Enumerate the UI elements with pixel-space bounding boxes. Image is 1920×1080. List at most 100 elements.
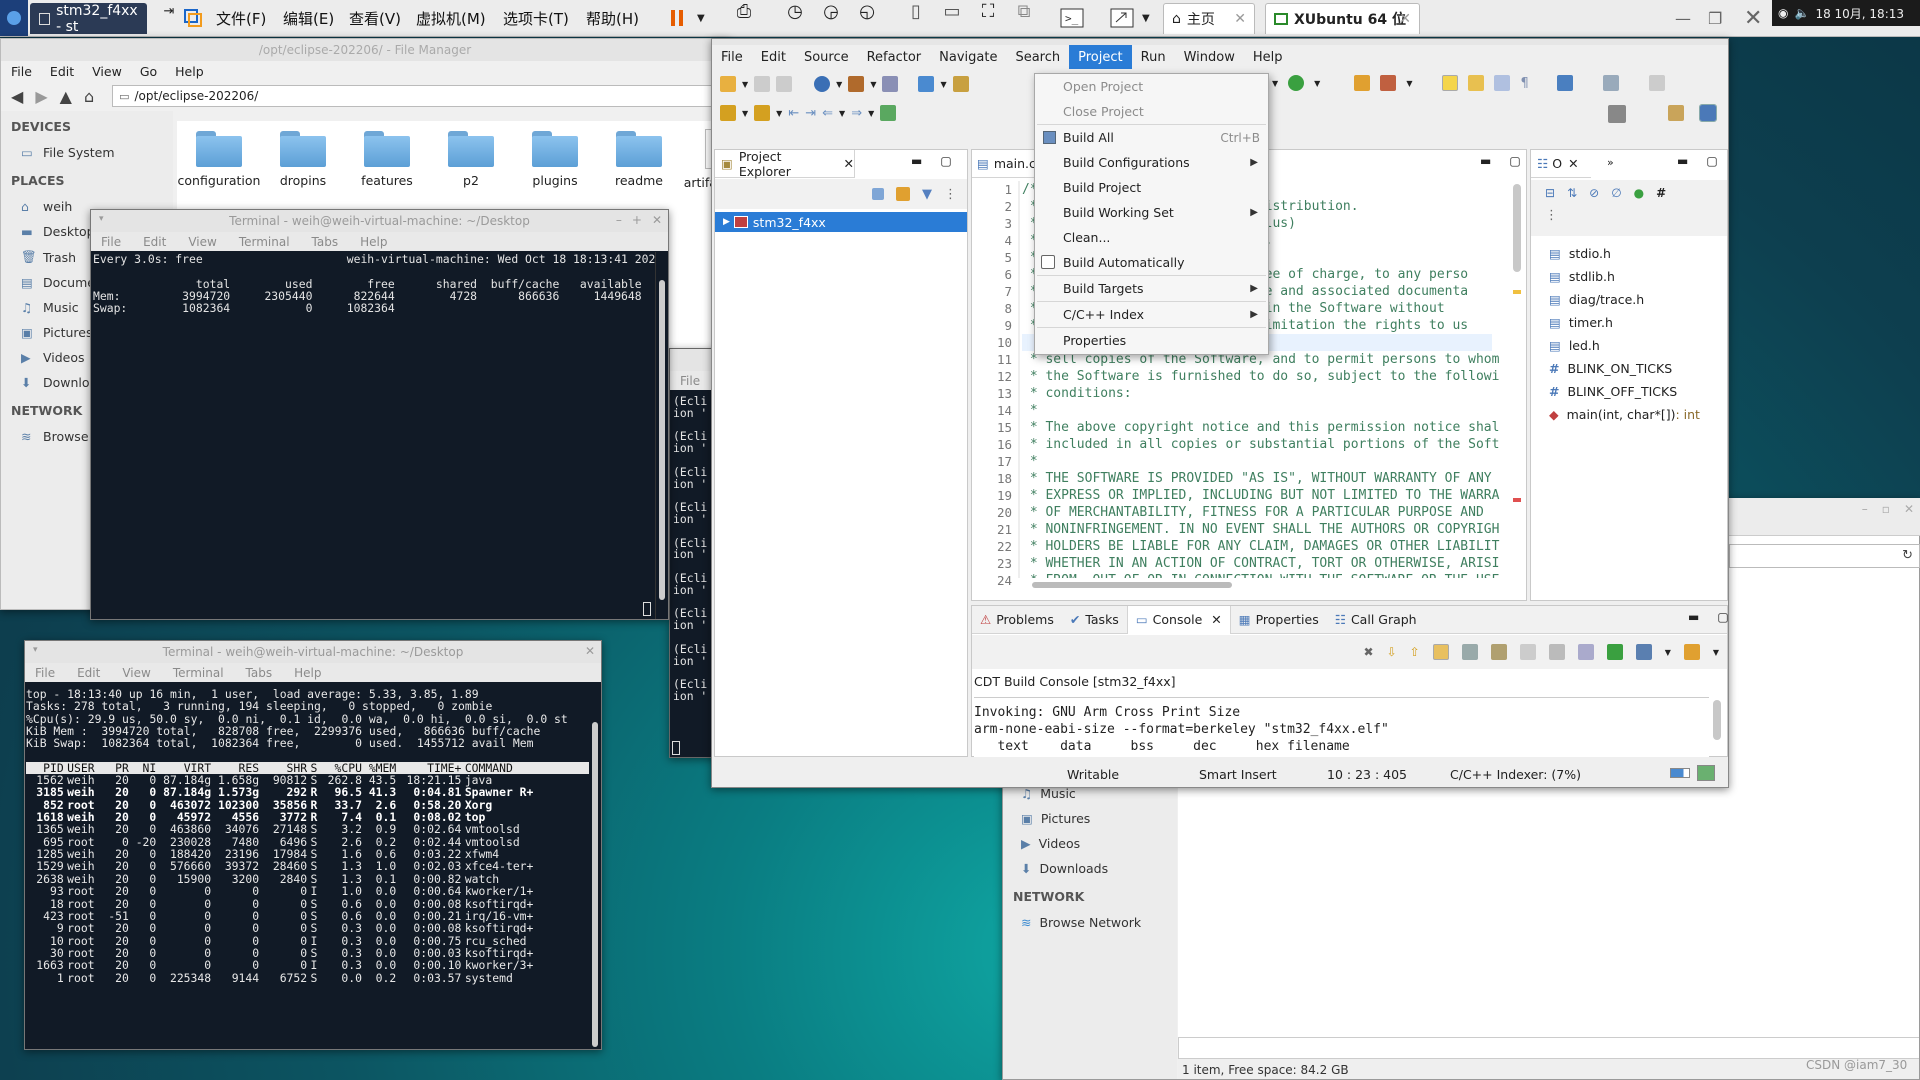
extra-icon[interactable] [1648, 75, 1665, 91]
path-input[interactable]: ▭ /opt/eclipse-202206/ [112, 85, 713, 107]
close-icon[interactable]: ✕ [844, 156, 854, 171]
minimize-icon[interactable]: – [1862, 502, 1868, 516]
new-icon[interactable] [720, 76, 736, 92]
fullscreen-icon[interactable]: ⛶ [977, 0, 999, 22]
minimize-view-icon[interactable]: ▬ [1688, 610, 1699, 624]
host-menu-item[interactable]: 虚拟机(M) [416, 0, 486, 36]
menu-edit[interactable]: Edit [143, 235, 166, 249]
menu-view[interactable]: View [122, 666, 150, 680]
xfce-menu-icon[interactable] [0, 0, 28, 36]
folder-item[interactable]: readme [597, 129, 681, 188]
sidebar-toggle-icon[interactable]: ▯ [905, 0, 927, 22]
menu-item-build-configurations[interactable]: Build Configurations ▶ [1035, 150, 1268, 175]
folder-item[interactable]: plugins [513, 129, 597, 188]
minimize-icon[interactable]: — [1675, 0, 1691, 36]
mark-occurrences-icon[interactable] [1442, 75, 1459, 91]
menu-file[interactable]: File [11, 64, 32, 79]
scroll-lock-icon[interactable] [1490, 644, 1507, 660]
view-menu-icon[interactable]: ⋮ [944, 187, 957, 202]
pin-console-icon[interactable] [1548, 644, 1565, 660]
view-menu-icon[interactable]: ⋮ [1531, 200, 1727, 223]
menu-navigate[interactable]: Navigate [930, 45, 1006, 69]
more-views-icon[interactable]: » [1607, 156, 1614, 169]
editor-vscroll[interactable] [1513, 184, 1521, 272]
vm-window-tab[interactable]: stm32_f4xx - st [30, 3, 147, 35]
network-icon[interactable]: ◉ [1778, 6, 1788, 20]
prev-annotation-icon[interactable] [754, 105, 771, 121]
clear-console-icon[interactable]: ✖ [1364, 645, 1374, 659]
menu-help[interactable]: Help [360, 235, 387, 249]
menu-project[interactable]: Project [1069, 45, 1132, 69]
maximize-icon[interactable]: ❐ [1708, 0, 1722, 36]
sidebar-item-file-system[interactable]: ▭ File System [1, 140, 173, 165]
tab-console[interactable]: ▭ Console ✕ [1126, 605, 1231, 634]
tab-problems[interactable]: ⚠ Problems [972, 606, 1062, 634]
close-window-icon[interactable]: ✕ [1744, 0, 1762, 36]
tab-call-graph[interactable]: ☷ Call Graph [1327, 606, 1425, 634]
send-keys-icon[interactable]: ⎙ [733, 0, 755, 22]
host-menu-item[interactable]: 帮助(H) [586, 0, 639, 36]
folder-item[interactable]: p2 [429, 129, 513, 188]
menu-item-clean[interactable]: Clean... [1035, 225, 1268, 250]
terminal-icon[interactable] [1556, 75, 1573, 91]
back-icon[interactable]: ◀ [11, 87, 23, 106]
menu-go[interactable]: Go [140, 64, 157, 79]
menu-item-build-all[interactable]: Build All Ctrl+B [1035, 125, 1268, 150]
close-icon[interactable]: ✕ [585, 644, 595, 658]
maximize-icon[interactable]: ▫ [1882, 502, 1890, 516]
pause-icon[interactable] [669, 0, 687, 36]
sidebar-item-videos[interactable]: ▶ Videos [1003, 831, 1177, 856]
link-editor-icon[interactable] [896, 187, 910, 201]
back-icon[interactable]: ⇐ [822, 106, 833, 121]
folder-item[interactable]: dropins [261, 129, 345, 188]
pin-editor-icon[interactable] [880, 105, 897, 121]
open-console-icon[interactable] [1606, 644, 1623, 660]
menu-item-c-c-index[interactable]: C/C++ Index ▶ [1035, 302, 1268, 327]
console-view-icon[interactable]: >_ [1060, 0, 1084, 36]
host-menu-item[interactable]: 文件(F) [216, 0, 266, 36]
unity-icon[interactable]: ⧉ [1013, 0, 1035, 22]
sidebar-item-pictures[interactable]: ▣ Pictures [1003, 806, 1177, 831]
minimize-icon[interactable]: – [616, 213, 622, 227]
minimize-view-icon[interactable]: ▬ [1677, 154, 1688, 168]
new-project-icon[interactable] [918, 76, 935, 92]
host-menu-item[interactable]: 选项卡(T) [503, 0, 569, 36]
revert-snapshot-icon[interactable]: ◶ [820, 0, 842, 22]
word-wrap-icon[interactable] [1519, 644, 1536, 660]
vmware-logo-icon[interactable] [183, 0, 203, 36]
menu-window[interactable]: Window [1175, 45, 1244, 69]
outline-item[interactable]: ▤ stdlib.h [1531, 265, 1727, 288]
window-menu-icon[interactable]: ▾ [99, 214, 104, 224]
menu-terminal[interactable]: Terminal [173, 666, 224, 680]
maximize-view-icon[interactable]: ▢ [1717, 610, 1728, 624]
c-cpp-perspective-icon[interactable] [1699, 104, 1717, 122]
menu-item-properties[interactable]: Properties [1035, 328, 1268, 353]
menu-terminal[interactable]: Terminal [239, 235, 290, 249]
menu-run[interactable]: Run [1132, 45, 1175, 69]
save-all-icon[interactable] [776, 76, 793, 92]
menu-tabs[interactable]: Tabs [246, 666, 273, 680]
menu-view[interactable]: View [188, 235, 216, 249]
outline-item[interactable]: ▤ led.h [1531, 334, 1727, 357]
menu-search[interactable]: Search [1006, 45, 1069, 69]
clock[interactable]: 18 10月, 18:13 [1815, 5, 1904, 22]
forward-icon[interactable]: ▶ [35, 87, 47, 106]
maximize-icon[interactable]: + [632, 213, 642, 227]
menu-edit[interactable]: Edit [752, 45, 795, 69]
tab-vm[interactable]: XUbuntu 64 位 ✕ [1265, 3, 1420, 34]
forward-icon[interactable]: ⇒ [851, 106, 862, 121]
hide-static-icon[interactable]: ∅ [1611, 186, 1621, 200]
home-icon[interactable]: ⌂ [84, 87, 94, 106]
next-annotation-icon[interactable] [720, 105, 736, 121]
reload-icon[interactable]: ↻ [1902, 548, 1913, 563]
close-icon[interactable]: ✕ [1904, 502, 1914, 516]
pause-dropdown-icon[interactable]: ▼ [697, 0, 705, 36]
prev-error-icon[interactable]: ⇧ [1410, 645, 1420, 659]
tab-home[interactable]: ⌂ 主页 ✕ [1163, 3, 1255, 34]
menu-refactor[interactable]: Refactor [858, 45, 931, 69]
outline-item[interactable]: ▤ diag/trace.h [1531, 288, 1727, 311]
last-edit-icon[interactable]: ⇤ [788, 106, 799, 121]
hide-macros-icon[interactable]: # [1656, 186, 1666, 200]
menu-file[interactable]: File [101, 235, 121, 249]
outline-item[interactable]: ◆ main(int, char*[]) : int [1531, 403, 1727, 426]
